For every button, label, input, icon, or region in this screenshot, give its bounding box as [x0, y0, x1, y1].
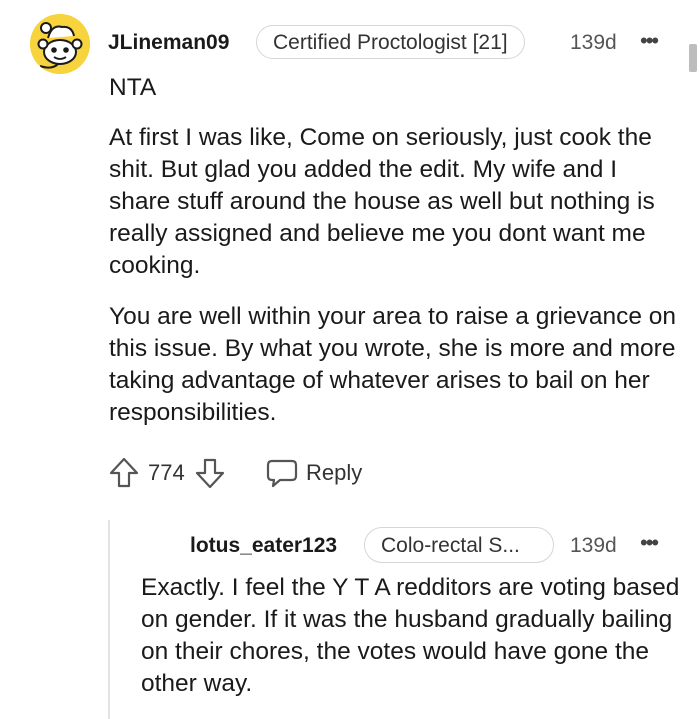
reply-user-flair: Colo-rectal S... — [364, 527, 554, 563]
comment-paragraph: NTA — [109, 74, 157, 101]
user-flair: Certified Proctologist [21] — [256, 25, 525, 59]
reply-body: Exactly. I feel the Y T A redditors are … — [141, 574, 680, 697]
comment-header: JLineman09 Certified Proctologist [21] 1… — [0, 14, 700, 74]
reply-header: lotus_eater123 Colo-rectal S... 139d ••• — [0, 526, 700, 566]
comment-paragraph: You are well within your area to raise a… — [109, 303, 677, 426]
upvote-arrow-icon[interactable] — [108, 456, 140, 490]
comment-paragraph: At first I was like, Come on seriously, … — [109, 124, 655, 279]
snoo-avatar-icon[interactable] — [30, 14, 90, 74]
reply-username[interactable]: lotus_eater123 — [190, 534, 337, 558]
more-options-icon[interactable]: ••• — [640, 530, 659, 556]
speech-bubble-icon — [266, 458, 298, 488]
comment-actions: 774 Reply — [108, 456, 608, 490]
scrollbar[interactable] — [689, 44, 697, 72]
more-options-icon[interactable]: ••• — [640, 28, 659, 54]
comment-age: 139d — [570, 31, 617, 54]
vote-count: 774 — [148, 460, 185, 485]
reply-label: Reply — [306, 460, 363, 485]
downvote-arrow-icon[interactable] — [194, 456, 226, 490]
reply-age: 139d — [570, 534, 617, 557]
comment-username[interactable]: JLineman09 — [108, 31, 229, 55]
